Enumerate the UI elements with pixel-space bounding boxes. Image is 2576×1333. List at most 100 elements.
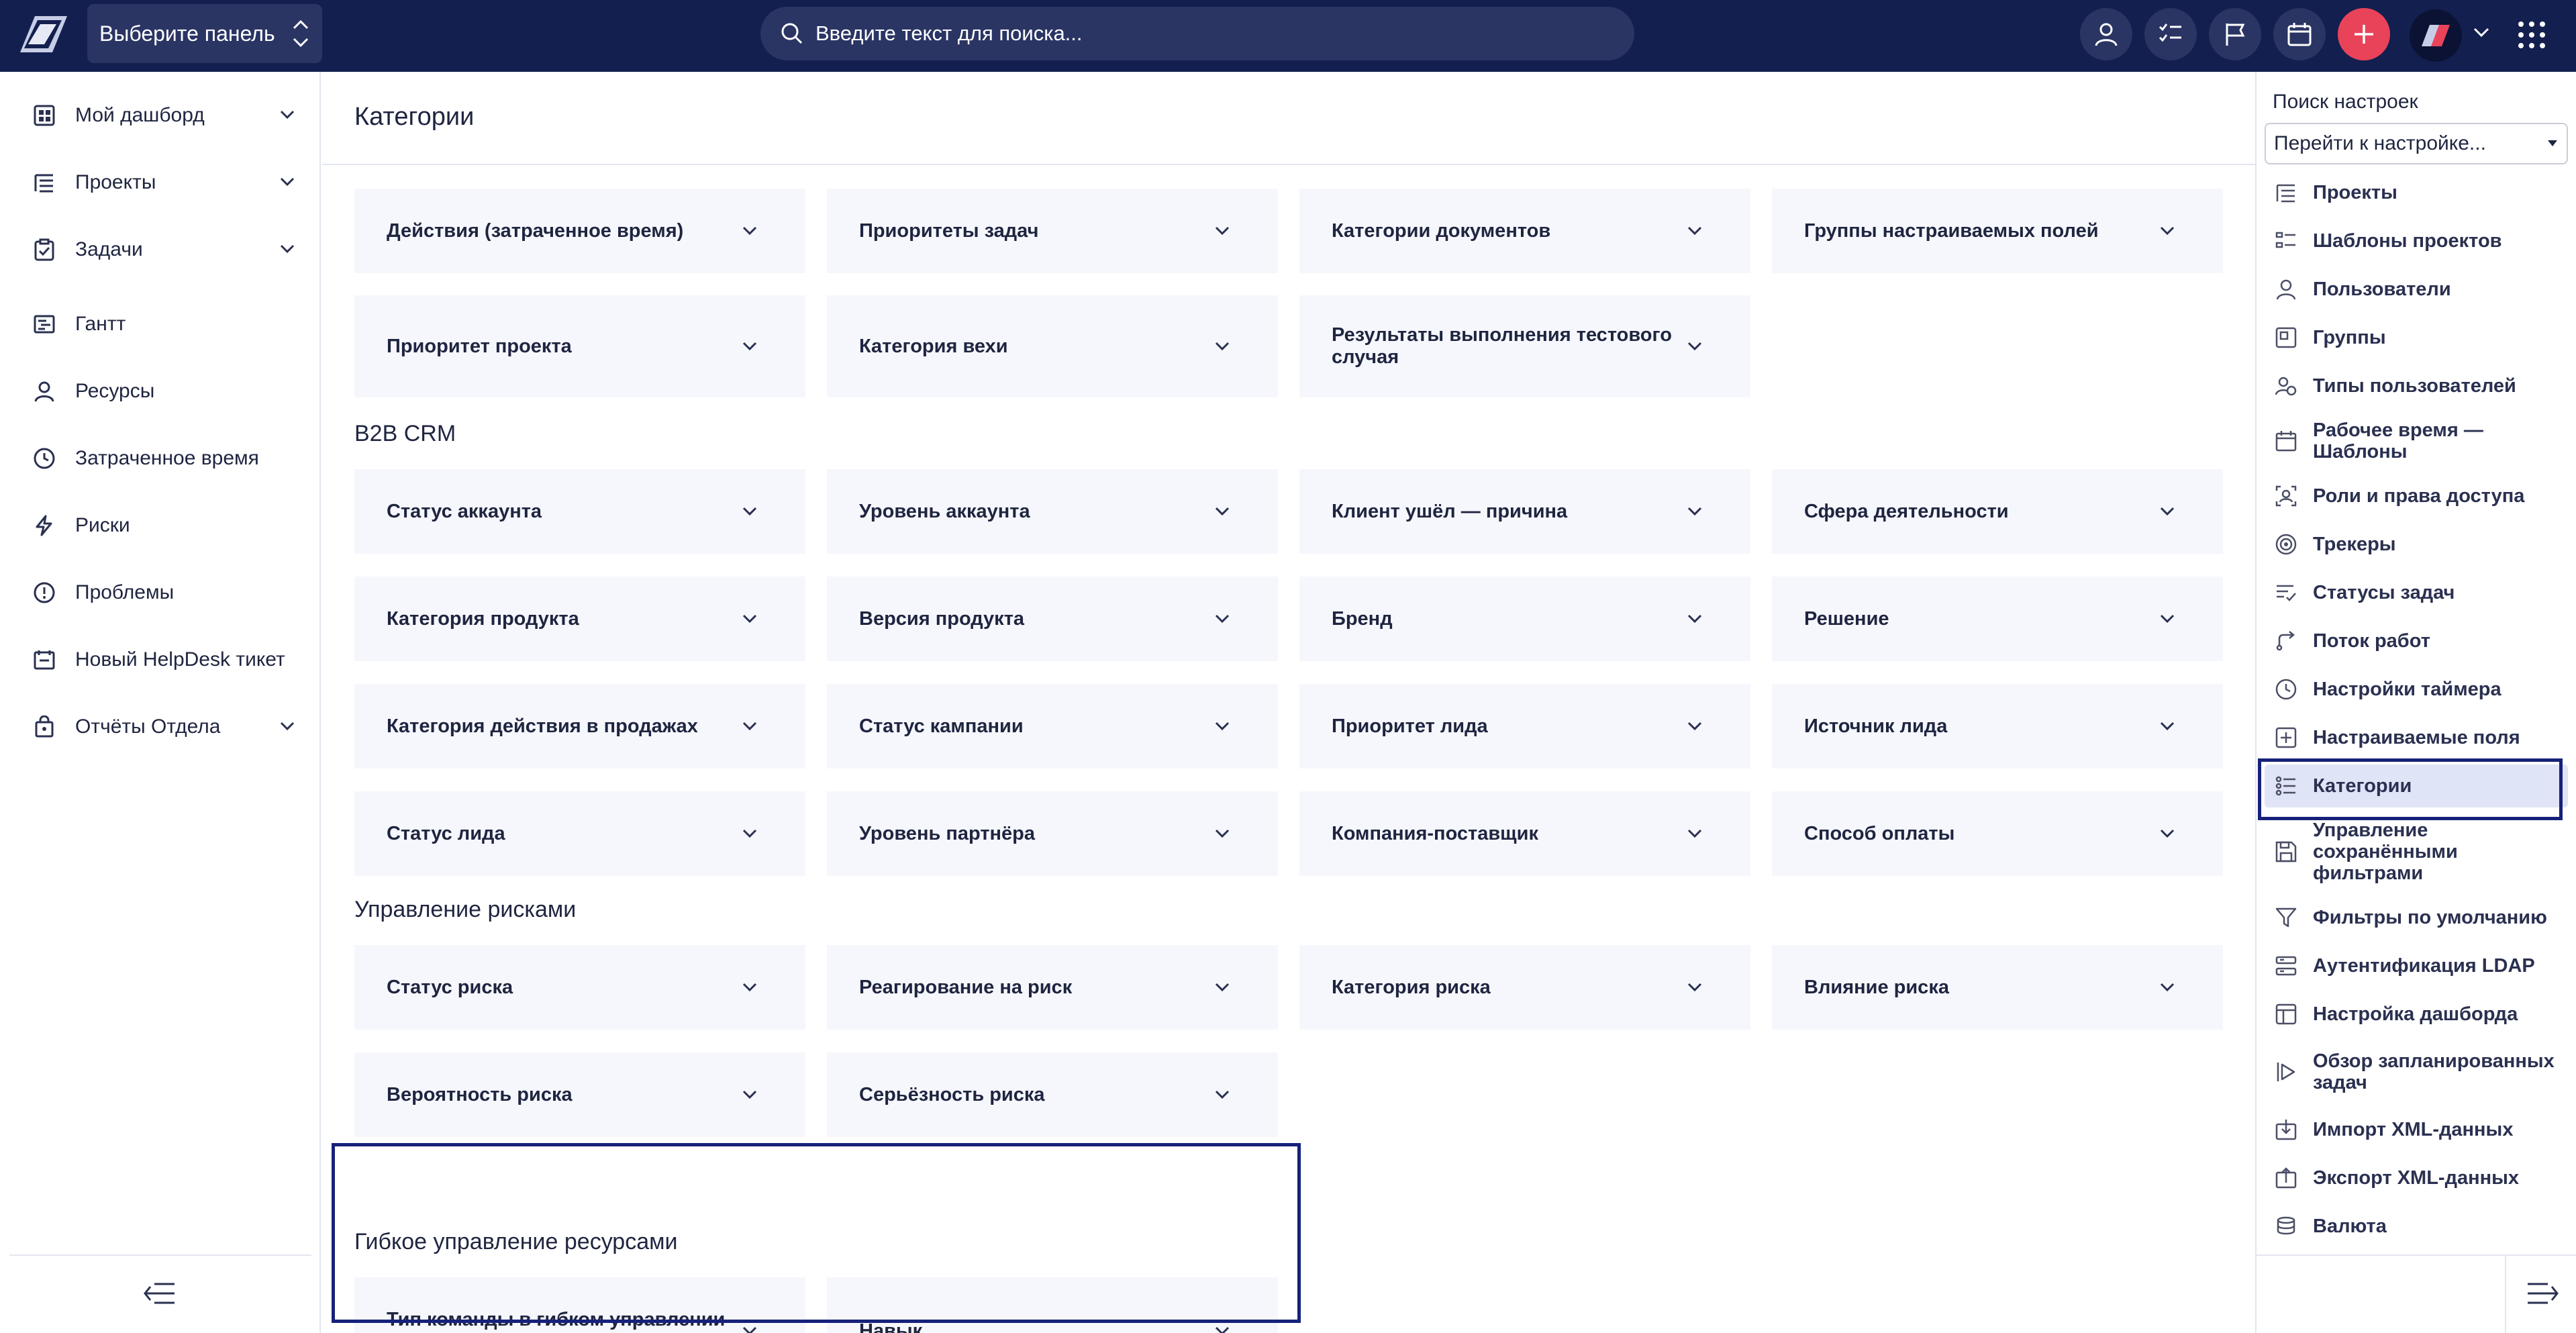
category-card[interactable]: Уровень аккаунта <box>827 469 1278 554</box>
chevron-down-icon[interactable] <box>278 172 297 191</box>
settings-item-label: Трекеры <box>2313 534 2396 555</box>
settings-item-project-templates[interactable]: Шаблоны проектов <box>2265 219 2568 262</box>
statuses-icon <box>2274 581 2298 605</box>
sidebar-item-label: Проекты <box>75 171 156 193</box>
settings-item-scheduled-tasks[interactable]: Обзор запланированных задач <box>2265 1041 2568 1103</box>
my-tasks-button[interactable] <box>2144 8 2197 60</box>
tasks-icon <box>32 238 56 262</box>
sidebar-item-risks[interactable]: Риски <box>0 499 321 552</box>
sidebar-item-projects[interactable]: Проекты <box>0 156 321 209</box>
lightning-icon <box>32 513 56 538</box>
global-search-input[interactable]: Введите текст для поиска... <box>760 7 1634 60</box>
sidebar-item-issues[interactable]: Проблемы <box>0 566 321 620</box>
settings-item-projects[interactable]: Проекты <box>2265 171 2568 214</box>
sidebar-item-time-spent[interactable]: Затраченное время <box>0 432 321 485</box>
category-card[interactable]: Компания-поставщик <box>1299 791 1750 876</box>
category-card[interactable]: Влияние риска <box>1772 945 2223 1030</box>
category-card[interactable]: Источник лида <box>1772 684 2223 769</box>
category-card-label: Категория продукта <box>387 607 579 630</box>
category-card[interactable]: Способ оплаты <box>1772 791 2223 876</box>
category-card[interactable]: Серьёзность риска <box>827 1052 1278 1137</box>
category-card-label: Влияние риска <box>1804 976 1949 998</box>
settings-item-default-filters[interactable]: Фильтры по умолчанию <box>2265 896 2568 939</box>
settings-item-user-types[interactable]: Типы пользователей <box>2265 364 2568 407</box>
category-card[interactable]: Группы настраиваемых полей <box>1772 189 2223 273</box>
chevron-down-icon <box>742 342 757 351</box>
reports-icon <box>32 715 56 739</box>
category-card[interactable]: Решение <box>1772 577 2223 661</box>
settings-item-task-statuses[interactable]: Статусы задач <box>2265 571 2568 614</box>
settings-item-label: Обзор запланированных задач <box>2313 1050 2555 1093</box>
avatar[interactable] <box>2410 9 2462 62</box>
calendar-button[interactable] <box>2273 8 2326 60</box>
create-button[interactable] <box>2338 8 2390 60</box>
sidebar-item-dashboard[interactable]: Мой дашборд <box>0 89 321 142</box>
settings-item-users[interactable]: Пользователи <box>2265 268 2568 311</box>
settings-item-saved-filters[interactable]: Управление сохранёнными фильтрами <box>2265 813 2568 891</box>
app-logo[interactable] <box>15 13 70 55</box>
category-card[interactable]: Категория риска <box>1299 945 1750 1030</box>
settings-item-working-time-templates[interactable]: Рабочее время — Шаблоны <box>2265 413 2568 469</box>
sidebar-item-gantt[interactable]: Гантт <box>0 297 321 351</box>
collapse-sidebar-icon[interactable] <box>142 1280 177 1307</box>
settings-item-custom-fields[interactable]: Настраиваемые поля <box>2265 716 2568 759</box>
category-card[interactable]: Статус кампании <box>827 684 1278 769</box>
category-card[interactable]: Категория вехи <box>827 295 1278 397</box>
search-placeholder: Введите текст для поиска... <box>815 21 1083 45</box>
settings-item-roles[interactable]: Роли и права доступа <box>2265 475 2568 517</box>
panel-select[interactable]: Выберите панель <box>87 4 322 63</box>
chevron-down-icon <box>1215 226 1230 236</box>
settings-item-dashboard-settings[interactable]: Настройка дашборда <box>2265 993 2568 1036</box>
category-card[interactable]: Категория продукта <box>354 577 805 661</box>
category-card[interactable]: Уровень партнёра <box>827 791 1278 876</box>
chevron-down-icon <box>1687 983 1702 992</box>
profile-button[interactable] <box>2080 8 2132 60</box>
import-icon <box>2274 1118 2298 1142</box>
category-card[interactable]: Сфера деятельности <box>1772 469 2223 554</box>
settings-item-workflow[interactable]: Поток работ <box>2265 620 2568 662</box>
settings-jump-select[interactable]: Перейти к настройке... <box>2265 123 2568 164</box>
target-icon <box>2274 532 2298 556</box>
category-card[interactable]: Статус лида <box>354 791 805 876</box>
category-card[interactable]: Результаты выполнения тестового случая <box>1299 295 1750 397</box>
category-card[interactable]: Клиент ушёл — причина <box>1299 469 1750 554</box>
category-card[interactable]: Действия (затраченное время) <box>354 189 805 273</box>
category-card[interactable]: Категории документов <box>1299 189 1750 273</box>
flag-button[interactable] <box>2209 8 2261 60</box>
user-types-icon <box>2274 374 2298 398</box>
chevron-down-icon <box>1687 342 1702 351</box>
settings-item-xml-export[interactable]: Экспорт XML-данных <box>2265 1156 2568 1199</box>
plus-icon <box>2355 25 2373 44</box>
category-card-label: Группы настраиваемых полей <box>1804 219 2099 242</box>
collapse-panel-icon[interactable] <box>2525 1280 2560 1307</box>
apps-grid-icon[interactable] <box>2516 19 2548 51</box>
settings-item-xml-import[interactable]: Импорт XML-данных <box>2265 1108 2568 1151</box>
category-card[interactable]: Версия продукта <box>827 577 1278 661</box>
category-card[interactable]: Приоритеты задач <box>827 189 1278 273</box>
chevron-down-icon[interactable] <box>278 716 297 735</box>
category-card[interactable]: Вероятность риска <box>354 1052 805 1137</box>
sidebar-item-tasks[interactable]: Задачи <box>0 223 321 277</box>
chevron-down-icon[interactable] <box>278 239 297 258</box>
category-card[interactable]: Приоритет лида <box>1299 684 1750 769</box>
settings-item-label: Настройка дашборда <box>2313 1003 2518 1025</box>
category-card[interactable]: Реагирование на риск <box>827 945 1278 1030</box>
settings-item-groups[interactable]: Группы <box>2265 316 2568 359</box>
workflow-icon <box>2274 629 2298 653</box>
sidebar-item-helpdesk[interactable]: Новый HelpDesk тикет <box>0 633 321 687</box>
settings-item-timer-settings[interactable]: Настройки таймера <box>2265 668 2568 711</box>
section-title: B2B CRM <box>354 421 456 446</box>
settings-item-trackers[interactable]: Трекеры <box>2265 523 2568 566</box>
sidebar-item-resources[interactable]: Ресурсы <box>0 364 321 418</box>
sidebar-item-department-reports[interactable]: Отчёты Отдела <box>0 700 321 754</box>
category-card[interactable]: Приоритет проекта <box>354 295 805 397</box>
chevron-down-icon[interactable] <box>2472 26 2491 39</box>
category-card[interactable]: Статус риска <box>354 945 805 1030</box>
settings-item-ldap[interactable]: Аутентификация LDAP <box>2265 944 2568 987</box>
category-card[interactable]: Статус аккаунта <box>354 469 805 554</box>
chevron-down-icon[interactable] <box>278 105 297 124</box>
clock-icon <box>2274 677 2298 701</box>
category-card[interactable]: Бренд <box>1299 577 1750 661</box>
settings-item-currency[interactable]: Валюта <box>2265 1205 2568 1248</box>
category-card[interactable]: Категория действия в продажах <box>354 684 805 769</box>
